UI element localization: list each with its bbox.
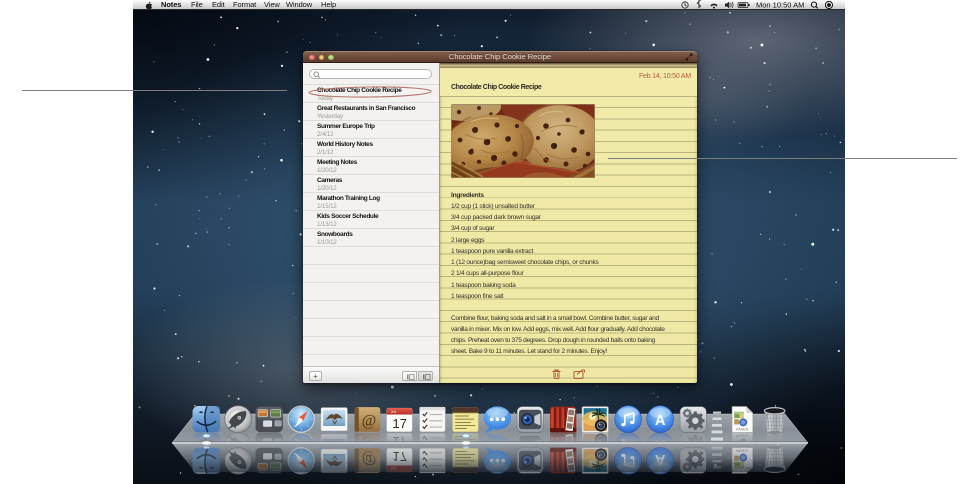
svg-text:JUL: JUL (391, 410, 397, 414)
svg-text:17: 17 (392, 416, 407, 431)
svg-text:@: @ (362, 412, 377, 429)
svg-text:PAGES: PAGES (736, 428, 749, 432)
svg-text:Mon 10:50 AM: Mon 10:50 AM (756, 1, 804, 10)
svg-text:A: A (655, 413, 666, 429)
